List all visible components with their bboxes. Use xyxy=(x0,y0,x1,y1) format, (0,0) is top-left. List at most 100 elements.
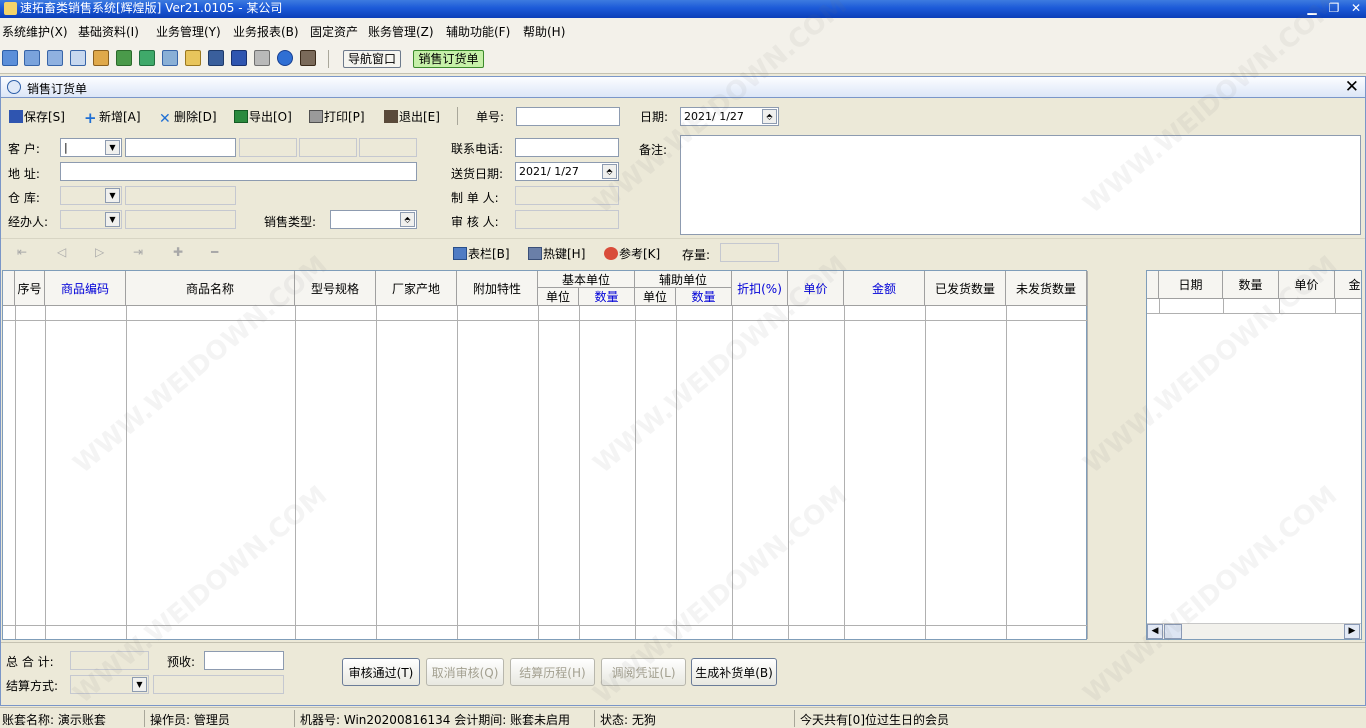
last-record-icon[interactable]: ⇥ xyxy=(133,245,143,259)
col-price[interactable]: 单价 xyxy=(788,271,844,306)
voucher-button[interactable]: 调阅凭证(L) xyxy=(601,658,686,686)
save-disk-icon[interactable] xyxy=(231,50,247,66)
search-icon[interactable] xyxy=(70,50,86,66)
delivery-spin-button[interactable]: ⬘ xyxy=(602,164,617,179)
col-base-qty[interactable]: 数量 xyxy=(579,288,635,306)
date-picker[interactable]: 2021/ 1/27 ⬘ xyxy=(680,107,779,126)
export-action[interactable]: 导出[O] xyxy=(234,108,292,125)
remove-row-icon[interactable]: ━ xyxy=(211,245,218,259)
restore-button[interactable]: ❐ xyxy=(1322,1,1346,16)
help-icon[interactable] xyxy=(277,50,293,66)
chevron-down-icon[interactable]: ▼ xyxy=(105,212,120,227)
form-icon[interactable] xyxy=(24,50,40,66)
order-no-input[interactable] xyxy=(516,107,620,126)
remark-label: 备注: xyxy=(639,143,668,157)
scroll-left-button[interactable]: ◀ xyxy=(1147,624,1163,639)
scroll-thumb[interactable] xyxy=(1164,624,1182,639)
col-code[interactable]: 商品编码 xyxy=(45,271,126,306)
rcol-price[interactable]: 单价 xyxy=(1279,271,1335,299)
printer-icon[interactable] xyxy=(254,50,270,66)
settle-select[interactable]: ▼ xyxy=(70,675,149,694)
users-icon[interactable] xyxy=(139,50,155,66)
menu-accounting[interactable]: 账务管理(Z) xyxy=(368,23,434,40)
history-grid[interactable]: 日期 数量 单价 金 ◀ ▶ xyxy=(1146,270,1362,640)
phone-input[interactable] xyxy=(515,138,619,157)
sales-type-spin[interactable]: ⬘ xyxy=(400,212,415,227)
columns-action[interactable]: 表栏[B] xyxy=(453,245,510,262)
customer-field-4 xyxy=(359,138,417,157)
hotkey-action[interactable]: 热键[H] xyxy=(528,245,585,262)
delivery-date-picker[interactable]: 2021/ 1/27 ⬘ xyxy=(515,162,619,181)
exit-action[interactable]: 退出[E] xyxy=(384,108,440,125)
col-unshipped[interactable]: 未发货数量 xyxy=(1006,271,1087,306)
col-discount[interactable]: 折扣(%) xyxy=(732,271,788,306)
nav-window-tab[interactable]: 导航窗口 xyxy=(343,50,401,68)
rcol-date[interactable]: 日期 xyxy=(1159,271,1223,299)
prev-record-icon[interactable]: ◁ xyxy=(57,245,66,259)
col-extra[interactable]: 附加特性 xyxy=(457,271,538,306)
add-action[interactable]: + 新增[A] xyxy=(84,108,141,126)
col-seq[interactable]: 序号 xyxy=(15,271,45,306)
order-items-grid[interactable]: 序号 商品编码 商品名称 型号规格 厂家产地 附加特性 基本单位 单位 数量 辅… xyxy=(2,270,1088,640)
exit-icon[interactable] xyxy=(300,50,316,66)
col-name[interactable]: 商品名称 xyxy=(126,271,295,306)
col-shipped[interactable]: 已发货数量 xyxy=(925,271,1006,306)
col-amount[interactable]: 金额 xyxy=(844,271,925,306)
col-manufacturer[interactable]: 厂家产地 xyxy=(376,271,457,306)
minimize-button[interactable]: ▁ xyxy=(1300,1,1324,16)
close-window-button[interactable]: ✕ xyxy=(1344,1,1366,16)
delete-action[interactable]: ✕ 删除[D] xyxy=(159,108,217,126)
stock-input xyxy=(720,243,779,262)
sales-type-select[interactable]: ⬘ xyxy=(330,210,417,229)
folder-icon[interactable] xyxy=(185,50,201,66)
rgrid-col-line xyxy=(1335,299,1336,313)
col-base-unit[interactable]: 单位 xyxy=(538,288,579,306)
reference-action[interactable]: 参考[K] xyxy=(604,245,660,262)
customer-select[interactable]: | ▼ xyxy=(60,138,122,157)
grid-col-line xyxy=(457,306,458,639)
menu-fixed-assets[interactable]: 固定资产 xyxy=(310,23,358,40)
menu-help[interactable]: 帮助(H) xyxy=(523,23,565,40)
menu-basic-data[interactable]: 基础资料(I) xyxy=(78,23,139,40)
chevron-down-icon[interactable]: ▼ xyxy=(105,140,120,155)
chevron-down-icon[interactable]: ▼ xyxy=(105,188,120,203)
address-input[interactable] xyxy=(60,162,417,181)
audit-button[interactable]: 审核通过(T) xyxy=(342,658,420,686)
replenish-button[interactable]: 生成补货单(B) xyxy=(691,658,777,686)
tools-icon[interactable] xyxy=(116,50,132,66)
print-action[interactable]: 打印[P] xyxy=(309,108,365,125)
grid-col-line xyxy=(295,306,296,639)
save-action[interactable]: 保存[S] xyxy=(9,108,65,125)
close-child-button[interactable]: ✕ xyxy=(1345,77,1359,97)
scroll-right-button[interactable]: ▶ xyxy=(1344,624,1360,639)
menu-system[interactable]: 系统维护(X) xyxy=(2,23,68,40)
col-aux-qty[interactable]: 数量 xyxy=(676,288,732,306)
rcol-qty[interactable]: 数量 xyxy=(1223,271,1279,299)
handler-name xyxy=(125,210,236,229)
warehouse-select[interactable]: ▼ xyxy=(60,186,122,205)
remark-textarea[interactable] xyxy=(680,135,1361,235)
tag-icon[interactable] xyxy=(93,50,109,66)
col-model[interactable]: 型号规格 xyxy=(295,271,376,306)
date-spin-button[interactable]: ⬘ xyxy=(762,109,777,124)
rcol-amount[interactable]: 金 xyxy=(1335,271,1361,299)
col-aux-unit[interactable]: 单位 xyxy=(635,288,676,306)
unaudit-button[interactable]: 取消审核(Q) xyxy=(426,658,504,686)
menu-reports[interactable]: 业务报表(B) xyxy=(233,23,299,40)
grid-icon[interactable] xyxy=(2,50,18,66)
windows-icon[interactable] xyxy=(47,50,63,66)
handler-select[interactable]: ▼ xyxy=(60,210,122,229)
transfer-icon[interactable] xyxy=(162,50,178,66)
settle-history-button[interactable]: 结算历程(H) xyxy=(510,658,595,686)
first-record-icon[interactable]: ⇤ xyxy=(17,245,27,259)
customer-name-input[interactable] xyxy=(125,138,236,157)
menu-tools[interactable]: 辅助功能(F) xyxy=(446,23,510,40)
chevron-down-icon[interactable]: ▼ xyxy=(132,677,147,692)
insert-row-icon[interactable]: ✚ xyxy=(173,245,183,259)
keyboard-icon[interactable] xyxy=(208,50,224,66)
menu-business[interactable]: 业务管理(Y) xyxy=(156,23,221,40)
sales-order-tab[interactable]: 销售订货单 xyxy=(413,50,484,68)
next-record-icon[interactable]: ▷ xyxy=(95,245,104,259)
prepaid-input[interactable] xyxy=(204,651,284,670)
horizontal-scrollbar[interactable]: ◀ ▶ xyxy=(1147,623,1361,639)
